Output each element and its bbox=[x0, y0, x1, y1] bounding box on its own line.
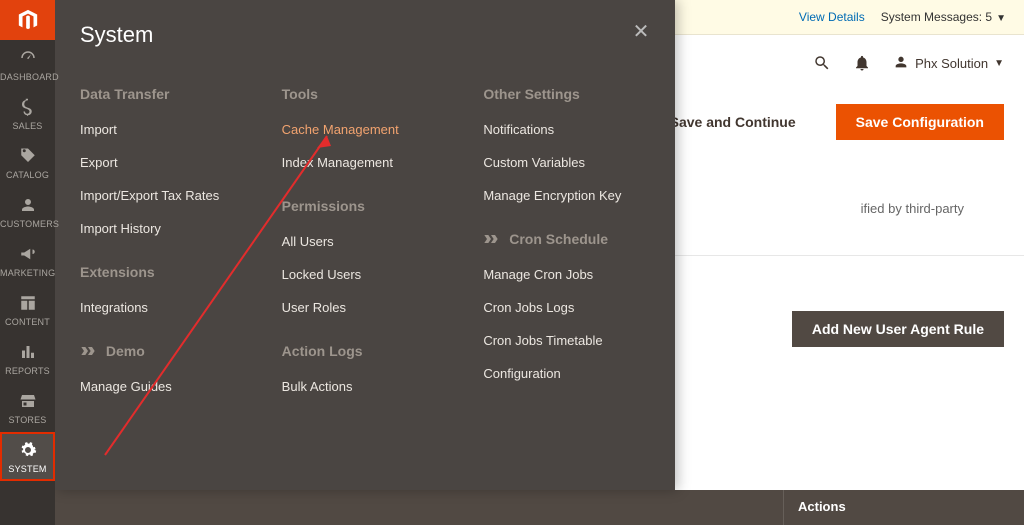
link-manage-cron-jobs[interactable]: Manage Cron Jobs bbox=[483, 267, 645, 282]
grid-col-a bbox=[55, 490, 784, 525]
flyout-title: System bbox=[80, 22, 645, 48]
rail-customers[interactable]: CUSTOMERS bbox=[0, 187, 55, 236]
view-details-link[interactable]: View Details bbox=[799, 10, 865, 24]
grid-header: Actions bbox=[55, 490, 1024, 525]
flyout-col-2: Tools Cache Management Index Management … bbox=[282, 86, 444, 412]
chevron-down-icon: ▼ bbox=[994, 58, 1004, 69]
close-icon[interactable]: ✕ bbox=[629, 20, 653, 44]
group-other-settings: Other Settings bbox=[483, 86, 645, 102]
dollar-icon bbox=[0, 98, 55, 118]
link-bulk-actions[interactable]: Bulk Actions bbox=[282, 379, 444, 394]
link-cron-jobs-logs[interactable]: Cron Jobs Logs bbox=[483, 300, 645, 315]
link-import-history[interactable]: Import History bbox=[80, 221, 242, 236]
group-extensions: Extensions bbox=[80, 264, 242, 280]
gauge-icon bbox=[0, 49, 55, 69]
link-manage-encryption-key[interactable]: Manage Encryption Key bbox=[483, 188, 645, 203]
rail-reports[interactable]: REPORTS bbox=[0, 334, 55, 383]
mageflow-icon bbox=[80, 344, 96, 356]
rail-sales[interactable]: SALES bbox=[0, 89, 55, 138]
rail-stores[interactable]: STORES bbox=[0, 383, 55, 432]
system-flyout: System ✕ Data Transfer Import Export Imp… bbox=[55, 0, 675, 490]
group-permissions: Permissions bbox=[282, 198, 444, 214]
tag-icon bbox=[0, 147, 55, 167]
flyout-col-3: Other Settings Notifications Custom Vari… bbox=[483, 86, 645, 412]
system-messages-count[interactable]: System Messages: 5▼ bbox=[881, 10, 1006, 24]
link-cache-management[interactable]: Cache Management bbox=[282, 122, 444, 137]
rail-catalog[interactable]: CATALOG bbox=[0, 138, 55, 187]
rail-dashboard[interactable]: DASHBOARD bbox=[0, 40, 55, 89]
group-action-logs: Action Logs bbox=[282, 343, 444, 359]
link-cron-jobs-timetable[interactable]: Cron Jobs Timetable bbox=[483, 333, 645, 348]
save-configuration-button[interactable]: Save Configuration bbox=[836, 104, 1004, 140]
link-user-roles[interactable]: User Roles bbox=[282, 300, 444, 315]
notifications-icon[interactable] bbox=[853, 54, 871, 72]
link-index-management[interactable]: Index Management bbox=[282, 155, 444, 170]
bar-chart-icon bbox=[0, 343, 55, 363]
link-locked-users[interactable]: Locked Users bbox=[282, 267, 444, 282]
magento-logo[interactable] bbox=[0, 0, 55, 40]
store-icon bbox=[0, 392, 55, 412]
gear-icon bbox=[0, 441, 55, 461]
admin-rail: DASHBOARD SALES CATALOG CUSTOMERS MARKET… bbox=[0, 0, 55, 525]
link-integrations[interactable]: Integrations bbox=[80, 300, 242, 315]
account-name: Phx Solution bbox=[915, 56, 988, 71]
link-all-users[interactable]: All Users bbox=[282, 234, 444, 249]
group-tools: Tools bbox=[282, 86, 444, 102]
link-export[interactable]: Export bbox=[80, 155, 242, 170]
layout-icon bbox=[0, 294, 55, 314]
add-new-user-agent-rule-button[interactable]: Add New User Agent Rule bbox=[792, 311, 1004, 347]
link-custom-variables[interactable]: Custom Variables bbox=[483, 155, 645, 170]
person-icon bbox=[0, 196, 55, 216]
account-menu[interactable]: Phx Solution ▼ bbox=[893, 54, 1004, 73]
user-avatar-icon bbox=[893, 54, 909, 73]
link-manage-guides[interactable]: Manage Guides bbox=[80, 379, 242, 394]
mageflow-icon bbox=[483, 232, 499, 244]
grid-col-actions: Actions bbox=[784, 490, 1024, 525]
group-cron-schedule: Cron Schedule bbox=[483, 231, 645, 247]
link-cron-configuration[interactable]: Configuration bbox=[483, 366, 645, 381]
group-data-transfer: Data Transfer bbox=[80, 86, 242, 102]
rail-content[interactable]: CONTENT bbox=[0, 285, 55, 334]
group-demo: Demo bbox=[80, 343, 242, 359]
rail-marketing[interactable]: MARKETING bbox=[0, 236, 55, 285]
link-import[interactable]: Import bbox=[80, 122, 242, 137]
megaphone-icon bbox=[0, 245, 55, 265]
flyout-col-1: Data Transfer Import Export Import/Expor… bbox=[80, 86, 242, 412]
link-import-export-tax-rates[interactable]: Import/Export Tax Rates bbox=[80, 188, 242, 203]
search-icon[interactable] bbox=[813, 54, 831, 72]
link-notifications[interactable]: Notifications bbox=[483, 122, 645, 137]
rail-system[interactable]: SYSTEM bbox=[0, 432, 55, 481]
